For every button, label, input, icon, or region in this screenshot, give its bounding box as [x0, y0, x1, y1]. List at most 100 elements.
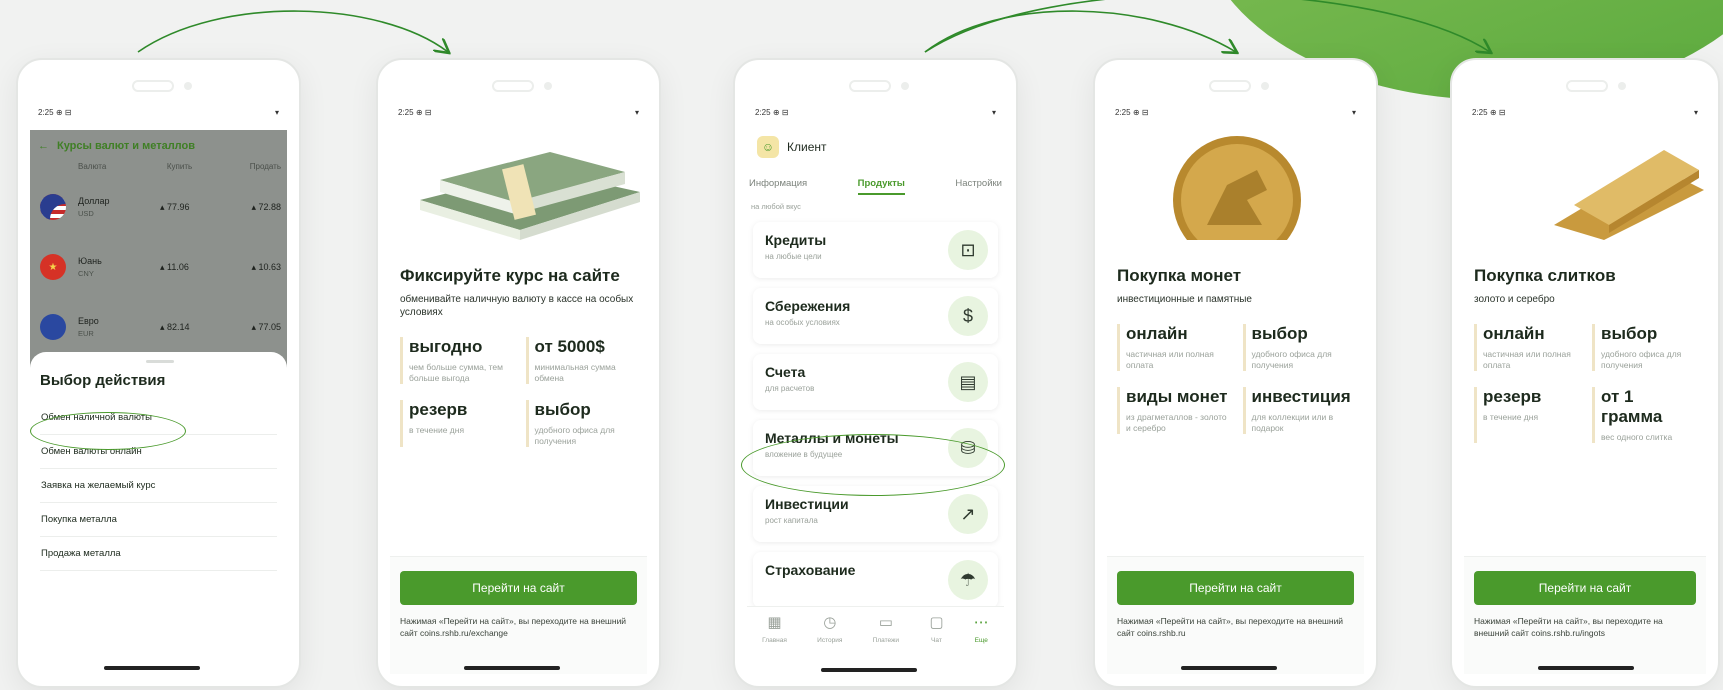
- arrow-3-to-4: [924, 10, 1236, 52]
- cta-zone: Перейти на сайт Нажимая «Перейти на сайт…: [1107, 556, 1364, 674]
- feature-title: резерв: [1483, 387, 1542, 406]
- umbrella-icon: ☂: [948, 560, 988, 600]
- nav-more[interactable]: ⋯ Еще: [974, 615, 989, 658]
- product-card-accounts[interactable]: Счета для расчетов ▤: [753, 354, 998, 410]
- status-icons: ⊕ ⊟: [55, 108, 72, 117]
- page-subtitle: обменивайте наличную валюту в кассе на о…: [400, 294, 634, 318]
- gold-bars-image: [1554, 150, 1704, 240]
- ingots-screen: Покупка слитков золото и серебро онлайн ч…: [1464, 130, 1706, 674]
- feature-desc: для коллекции или в подарок: [1251, 412, 1334, 433]
- nav-chat[interactable]: ▢ Чат: [929, 615, 943, 658]
- column-buy: Купить: [166, 162, 193, 171]
- rate-code: CNY: [78, 269, 94, 278]
- rate-code: EUR: [78, 329, 94, 338]
- credit-icon: ⊡: [948, 230, 988, 270]
- status-bar: 2:25 ⊕ ⊟ ▾: [755, 108, 996, 117]
- signal-icon: ▾: [991, 108, 996, 117]
- page-subtitle: золото и серебро: [1474, 294, 1555, 305]
- cta-zone: Перейти на сайт Нажимая «Перейти на сайт…: [390, 556, 647, 674]
- partial-card-sub: на любой вкус: [751, 202, 801, 211]
- client-header[interactable]: ☺ Клиент: [757, 136, 827, 158]
- home-grid-icon: ▦: [767, 614, 782, 631]
- rate-row-eur[interactable]: Евро EUR ▴ 82.14 ▴ 77.05: [40, 314, 281, 340]
- tab-info[interactable]: Информация: [749, 178, 807, 195]
- tab-settings[interactable]: Настройки: [955, 178, 1002, 195]
- feature-desc: вес одного слитка: [1601, 432, 1673, 442]
- action-sheet: Выбор действия Обмен наличной валюты Обм…: [30, 352, 287, 674]
- feature-item: выбор удобного офиса для получения: [1592, 324, 1696, 371]
- rate-sell: 10.63: [258, 261, 281, 272]
- status-time: 2:25: [398, 108, 414, 117]
- money-stack-image: [420, 152, 640, 240]
- nav-payments[interactable]: ▭ Платежи: [873, 615, 899, 658]
- action-desired-rate[interactable]: Заявка на желаемый курс: [40, 469, 277, 503]
- phone-earpiece: [492, 80, 534, 92]
- home-indicator: [821, 668, 917, 672]
- go-to-site-button[interactable]: Перейти на сайт: [1474, 571, 1696, 605]
- external-site-note: Нажимая «Перейти на сайт», вы переходите…: [1117, 616, 1344, 638]
- status-time: 2:25: [1115, 108, 1131, 117]
- feature-desc: в течение дня: [409, 425, 465, 435]
- phone-ingots: 2:25 ⊕ ⊟ ▾ ← Покупка слитков золото и се…: [1450, 58, 1720, 688]
- feature-desc: чем больше сумма, тем больше выгода: [409, 362, 503, 383]
- nav-label: Чат: [931, 637, 942, 644]
- nav-label: Еще: [974, 637, 988, 644]
- rate-row-cny[interactable]: ★ Юань CNY ▴ 11.06 ▴ 10.63: [40, 254, 281, 280]
- feature-item: выбор удобного офиса для получения: [525, 400, 638, 447]
- phone-camera: [544, 82, 552, 90]
- feature-grid: выгодно чем больше сумма, тем больше выго…: [400, 337, 637, 447]
- rate-row-usd[interactable]: Доллар USD ▴ 77.96 ▴ 72.88: [40, 194, 281, 220]
- feature-item: инвестиция для коллекции или в подарок: [1242, 387, 1355, 434]
- product-card-insurance[interactable]: Страхование ☂: [753, 552, 998, 608]
- feature-item: выгодно чем больше сумма, тем больше выго…: [400, 337, 512, 384]
- product-card-credits[interactable]: Кредиты на любые цели ⊡: [753, 222, 998, 278]
- phone-camera: [1261, 82, 1269, 90]
- cta-zone: Перейти на сайт Нажимая «Перейти на сайт…: [1464, 556, 1706, 674]
- sheet-grip[interactable]: [146, 360, 174, 363]
- tab-products[interactable]: Продукты: [857, 178, 905, 195]
- product-card-savings[interactable]: Сбережения на особых условиях $: [753, 288, 998, 344]
- coins-screen: Покупка монет инвестиционные и памятные …: [1107, 130, 1364, 674]
- status-icons: ⊕ ⊟: [415, 108, 432, 117]
- feature-title: виды монет: [1126, 387, 1228, 406]
- savings-bag-icon: $: [948, 296, 988, 336]
- feature-title: выгодно: [409, 337, 483, 356]
- status-icons: ⊕ ⊟: [1489, 108, 1506, 117]
- page-subtitle: инвестиционные и памятные: [1117, 294, 1252, 305]
- phone-camera: [901, 82, 909, 90]
- feature-item: от 5000$ минимальная сумма обмена: [525, 337, 638, 384]
- action-sell-metal[interactable]: Продажа металла: [40, 537, 277, 571]
- back-arrow-icon[interactable]: ←: [38, 140, 49, 152]
- go-to-site-button[interactable]: Перейти на сайт: [1117, 571, 1354, 605]
- rate-buy: 82.14: [167, 321, 190, 332]
- rates-column-headers: Валюта Купить Продать: [78, 162, 281, 171]
- rate-name: Доллар: [78, 196, 110, 206]
- feature-grid: онлайн частичная или полная оплата выбор у…: [1474, 324, 1696, 443]
- phone-coins: 2:25 ⊕ ⊟ ▾ ← Покупка монет инвестиционны…: [1093, 58, 1378, 688]
- external-site-note: Нажимая «Перейти на сайт», вы переходите…: [1474, 616, 1663, 638]
- action-buy-metal[interactable]: Покупка металла: [40, 503, 277, 537]
- rate-sell: 72.88: [258, 201, 281, 212]
- rates-header: ← Курсы валют и металлов: [38, 140, 195, 152]
- feature-item: резерв в течение дня: [1474, 387, 1578, 443]
- feature-title: выбор: [1601, 324, 1658, 343]
- chat-icon: ▢: [929, 614, 944, 631]
- feature-desc: из драгметаллов - золото и серебро: [1126, 412, 1227, 433]
- status-time: 2:25: [1472, 108, 1488, 117]
- page-title: Фиксируйте курс на сайте: [400, 266, 620, 285]
- feature-desc: частичная или полная оплата: [1126, 349, 1214, 370]
- exchange-screen: Фиксируйте курс на сайте обменивайте нал…: [390, 130, 647, 674]
- phone-earpiece: [849, 80, 891, 92]
- feature-grid: онлайн частичная или полная оплата выбор у…: [1117, 324, 1354, 434]
- home-indicator: [104, 666, 200, 670]
- nav-history[interactable]: ◷ История: [817, 615, 842, 658]
- status-bar: 2:25 ⊕ ⊟ ▾: [398, 108, 639, 117]
- feature-item: от 1 грамма вес одного слитка: [1592, 387, 1696, 443]
- status-icons: ⊕ ⊟: [1132, 108, 1149, 117]
- nav-label: Главная: [762, 637, 787, 644]
- phone-camera: [184, 82, 192, 90]
- nav-home[interactable]: ▦ Главная: [762, 615, 787, 658]
- highlight-circle: [741, 434, 1005, 496]
- nav-label: Платежи: [872, 637, 900, 644]
- go-to-site-button[interactable]: Перейти на сайт: [400, 571, 637, 605]
